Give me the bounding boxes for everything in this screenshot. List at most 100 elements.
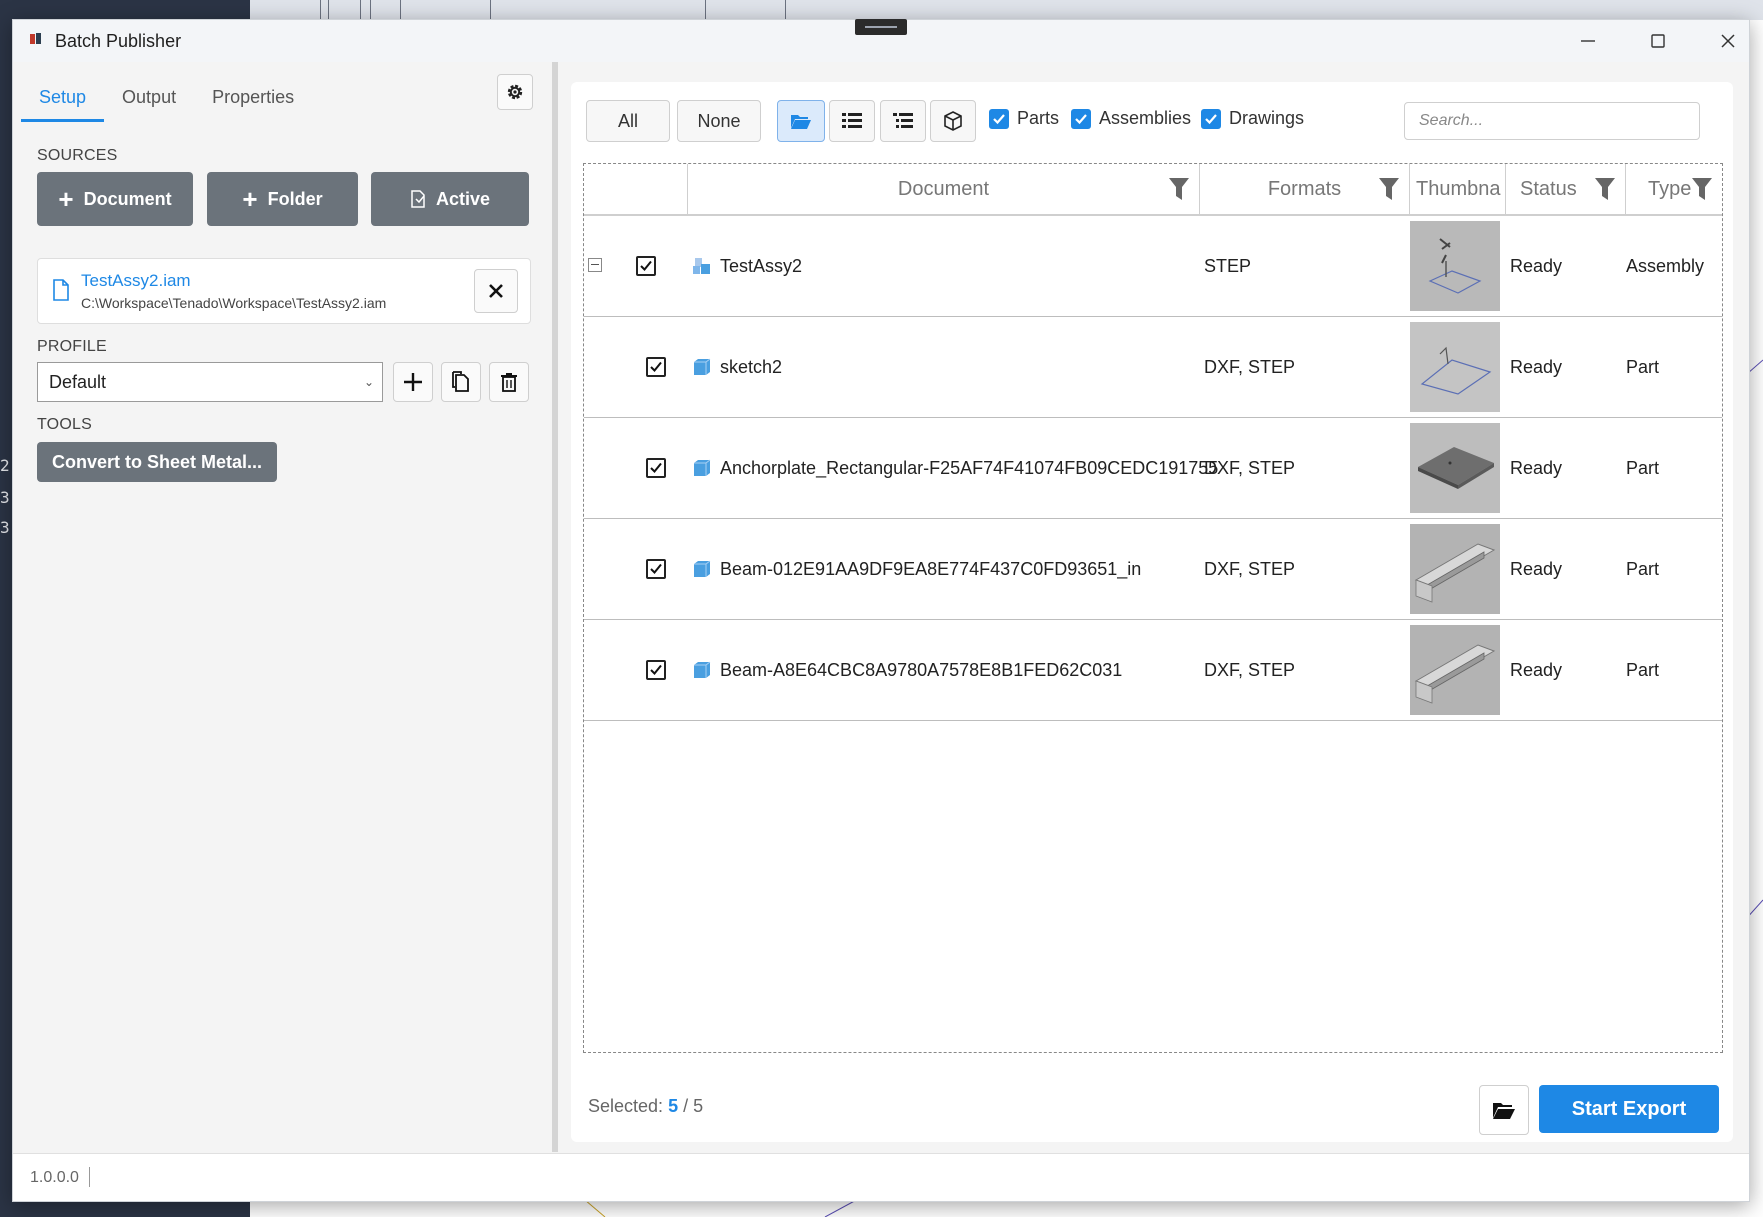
thumbnail-image — [1410, 322, 1500, 412]
profile-label: PROFILE — [37, 338, 107, 355]
source-file-card: TestAssy2.iam C:\Workspace\Tenado\Worksp… — [37, 258, 531, 324]
minimize-icon — [1581, 40, 1595, 42]
select-column-header — [584, 164, 688, 216]
document-formats: STEP — [1204, 255, 1252, 276]
document-status: Ready — [1510, 457, 1563, 478]
collapse-toggle[interactable] — [588, 258, 602, 272]
table-row[interactable]: Beam-A8E64CBC8A9780A7578E8B1FED62C031 DX… — [584, 620, 1722, 721]
version-text: 1.0.0.0 — [30, 1169, 79, 1186]
document-formats: DXF, STEP — [1204, 659, 1296, 680]
status-column-header[interactable]: Status — [1506, 164, 1626, 216]
profile-select[interactable]: Default ⌄ — [37, 362, 383, 402]
formats-header-label: Formats — [1267, 177, 1342, 200]
open-output-folder-button[interactable] — [1479, 1085, 1529, 1135]
document-name: Anchorplate_Rectangular-F25AF74F41074FB0… — [720, 457, 1219, 478]
row-checkbox[interactable] — [646, 458, 666, 478]
document-status: Ready — [1510, 255, 1563, 276]
document-name: Beam-A8E64CBC8A9780A7578E8B1FED62C031 — [720, 659, 1123, 680]
copy-profile-button[interactable] — [441, 362, 481, 402]
row-checkbox[interactable] — [646, 559, 666, 579]
add-document-button[interactable]: + Document — [37, 172, 193, 226]
list-view-button[interactable] — [829, 100, 875, 142]
tree-view-button[interactable] — [880, 100, 926, 142]
assembly-icon — [693, 258, 710, 274]
document-status: Ready — [1510, 356, 1563, 377]
minimize-button[interactable] — [1558, 20, 1618, 62]
table-row[interactable]: sketch2 DXF, STEP Ready Part — [584, 317, 1722, 418]
tab-properties[interactable]: Properties — [194, 72, 312, 122]
document-grid: Document Formats Thumbna Status Type Tes… — [583, 163, 1723, 1053]
tab-setup[interactable]: Setup — [21, 72, 105, 122]
profile-selected-value: Default — [49, 372, 107, 392]
3d-view-button[interactable] — [930, 100, 976, 142]
app-logo-icon — [30, 33, 41, 44]
table-row[interactable]: TestAssy2 STEP Ready Assembly — [584, 216, 1722, 317]
row-checkbox[interactable] — [636, 256, 656, 276]
thumbnail-image — [1410, 423, 1500, 513]
delete-profile-button[interactable] — [489, 362, 529, 402]
gear-icon — [507, 84, 523, 100]
list-icon — [842, 113, 862, 128]
drawings-filter-label: Drawings — [1229, 108, 1305, 128]
cube-icon — [944, 111, 962, 131]
type-column-header[interactable]: Type — [1626, 164, 1722, 216]
search-input[interactable]: Search... — [1404, 102, 1700, 140]
remove-source-button[interactable] — [474, 269, 518, 313]
chevron-down-icon: ⌄ — [363, 375, 374, 389]
add-active-button[interactable]: Active — [371, 172, 529, 226]
document-status: Ready — [1510, 659, 1563, 680]
drawings-filter-checkbox[interactable]: Drawings — [1201, 108, 1304, 129]
document-name: TestAssy2 — [720, 255, 803, 276]
table-row[interactable]: Anchorplate_Rectangular-F25AF74F41074FB0… — [584, 418, 1722, 519]
part-icon — [694, 560, 711, 577]
settings-panel: Setup Output Properties SOURCES + Docume… — [13, 62, 553, 1152]
batch-publisher-window: Batch Publisher Setup Output Properties … — [12, 19, 1750, 1202]
checkmark-icon — [650, 361, 662, 372]
thumbnail-header-label: Thumbna — [1416, 177, 1501, 200]
part-icon — [694, 661, 711, 678]
snap-layout-handle[interactable] — [855, 19, 907, 35]
parts-filter-label: Parts — [1017, 108, 1060, 128]
filter-icon[interactable] — [1595, 178, 1615, 200]
maximize-icon — [1651, 34, 1665, 48]
document-column-header[interactable]: Document — [688, 164, 1200, 216]
filter-icon[interactable] — [1379, 178, 1399, 200]
document-type: Part — [1626, 659, 1660, 680]
select-all-button[interactable]: All — [586, 100, 670, 142]
close-icon — [489, 284, 503, 298]
thumbnail-column-header[interactable]: Thumbna — [1410, 164, 1506, 216]
start-export-button[interactable]: Start Export — [1539, 1085, 1719, 1133]
checkmark-icon — [650, 462, 662, 473]
tab-bar: Setup Output Properties — [21, 72, 312, 122]
parts-filter-checkbox[interactable]: Parts — [989, 108, 1059, 129]
tab-output[interactable]: Output — [104, 72, 194, 122]
document-file-icon — [53, 279, 69, 301]
convert-to-sheet-metal-button[interactable]: Convert to Sheet Metal... — [37, 442, 277, 482]
document-name: Beam-012E91AA9DF9EA8E774F437C0FD93651_in — [720, 558, 1142, 579]
folder-open-icon — [1493, 1103, 1515, 1119]
add-profile-button[interactable] — [393, 362, 433, 402]
row-checkbox[interactable] — [646, 357, 666, 377]
panel-splitter[interactable] — [552, 62, 558, 1152]
filter-icon[interactable] — [1169, 178, 1189, 200]
select-none-button[interactable]: None — [677, 100, 761, 142]
selection-summary: Selected: 5 / 5 — [588, 1096, 703, 1117]
row-checkbox[interactable] — [646, 660, 666, 680]
source-file-name[interactable]: TestAssy2.iam — [81, 271, 191, 291]
close-window-button[interactable] — [1698, 20, 1758, 62]
document-formats: DXF, STEP — [1204, 356, 1296, 377]
copy-icon — [452, 371, 469, 392]
document-type: Assembly — [1626, 255, 1705, 276]
background-ribbon — [250, 0, 1763, 20]
filter-icon[interactable] — [1692, 178, 1712, 200]
assemblies-filter-checkbox[interactable]: Assemblies — [1071, 108, 1191, 129]
settings-button[interactable] — [497, 74, 533, 110]
maximize-button[interactable] — [1628, 20, 1688, 62]
formats-column-header[interactable]: Formats — [1200, 164, 1410, 216]
plus-icon: + — [242, 184, 258, 214]
table-row[interactable]: Beam-012E91AA9DF9EA8E774F437C0FD93651_in… — [584, 519, 1722, 620]
plus-icon: + — [58, 184, 74, 214]
add-folder-button[interactable]: + Folder — [207, 172, 358, 226]
document-header-label: Document — [897, 177, 990, 200]
folder-view-button[interactable] — [777, 100, 825, 142]
